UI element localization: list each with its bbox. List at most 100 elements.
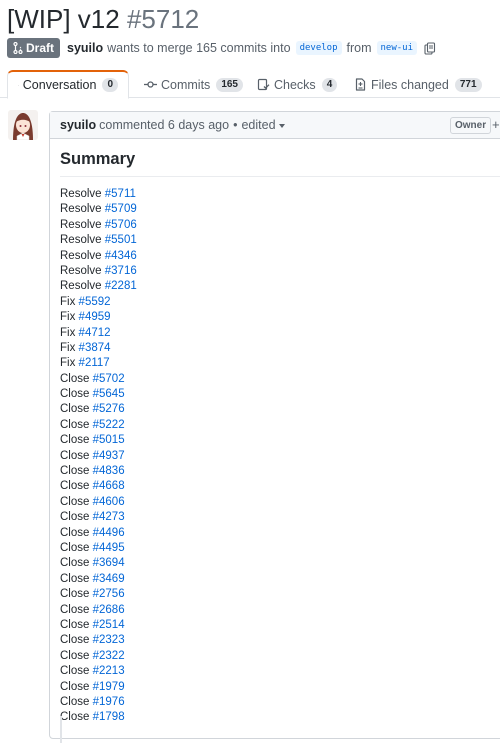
tab-files-changed-label: Files changed — [371, 77, 449, 92]
pr-tabs: Conversation 0 Commits 165 Checks 4 File… — [0, 70, 500, 99]
issue-link[interactable]: #4836 — [93, 465, 125, 477]
list-item: Close #3694 — [60, 556, 137, 571]
list-item: Close #4495 — [60, 541, 137, 556]
issue-link[interactable]: #2756 — [93, 588, 125, 600]
list-item: Fix #4712 — [60, 326, 137, 341]
issue-verb: Close — [60, 557, 90, 570]
issue-link[interactable]: #5501 — [105, 234, 137, 246]
issue-link[interactable]: #3694 — [93, 557, 125, 569]
issue-verb: Close — [60, 526, 90, 539]
list-item: Close #2323 — [60, 633, 137, 648]
edited-label: edited — [241, 118, 276, 132]
list-item: Close #5222 — [60, 418, 137, 433]
issue-verb: Close — [60, 511, 90, 524]
issue-link[interactable]: #4495 — [93, 542, 125, 554]
clipboard-copy-icon[interactable] — [424, 41, 436, 55]
issue-link[interactable]: #2213 — [93, 665, 125, 677]
issue-link[interactable]: #2323 — [93, 634, 125, 646]
tab-checks-label: Checks — [274, 77, 316, 92]
summary-heading: Summary — [60, 150, 136, 168]
issue-link[interactable]: #4959 — [79, 311, 111, 323]
list-item: Close #4606 — [60, 495, 137, 510]
list-item: Fix #4959 — [60, 310, 137, 325]
base-branch[interactable]: develop — [295, 41, 342, 55]
issue-link[interactable]: #4606 — [93, 496, 125, 508]
issue-verb: Close — [60, 418, 90, 431]
issue-link[interactable]: #2514 — [93, 619, 125, 631]
heading-divider — [60, 176, 500, 177]
comment-box: syuilo commented 6 days ago • edited Own… — [49, 111, 500, 739]
timeline-line — [60, 716, 62, 743]
comment-author-link[interactable]: syuilo — [60, 118, 96, 132]
issue-link[interactable]: #1798 — [93, 711, 125, 723]
issue-verb: Fix — [60, 357, 76, 370]
tab-checks[interactable]: Checks 4 — [247, 70, 347, 99]
list-item: Close #5015 — [60, 433, 137, 448]
issue-link[interactable]: #3716 — [105, 265, 137, 277]
from-text: from — [346, 41, 372, 55]
list-item: Close #5276 — [60, 402, 137, 417]
issue-link[interactable]: #4668 — [93, 480, 125, 492]
avatar-image — [8, 110, 38, 140]
issue-verb: Close — [60, 403, 90, 416]
edited-dropdown[interactable]: edited — [241, 118, 285, 132]
issue-verb: Close — [60, 495, 90, 508]
tab-commits[interactable]: Commits 165 — [134, 70, 253, 99]
issue-link[interactable]: #1979 — [93, 681, 125, 693]
issue-verb: Resolve — [60, 280, 102, 293]
issue-link[interactable]: #5222 — [93, 419, 125, 431]
list-item: Close #2322 — [60, 649, 137, 664]
draft-label: Draft — [26, 41, 55, 55]
issue-link[interactable]: #2686 — [93, 604, 125, 616]
issue-verb: Resolve — [60, 264, 102, 277]
list-item: Close #5645 — [60, 387, 137, 402]
issue-link[interactable]: #1976 — [93, 696, 125, 708]
issue-link[interactable]: #5592 — [79, 296, 111, 308]
pr-title: [WIP] v12 #5712 — [7, 4, 199, 34]
git-pull-request-icon — [13, 42, 23, 54]
list-item: Resolve #3716 — [60, 264, 137, 279]
issue-link[interactable]: #5645 — [93, 388, 125, 400]
issue-verb: Close — [60, 711, 90, 724]
list-item: Resolve #2281 — [60, 279, 137, 294]
issue-link[interactable]: #5276 — [93, 403, 125, 415]
issue-link[interactable]: #4937 — [93, 450, 125, 462]
issue-link[interactable]: #5015 — [93, 434, 125, 446]
issue-link[interactable]: #2322 — [93, 650, 125, 662]
issue-link[interactable]: #4346 — [105, 250, 137, 262]
issue-verb: Close — [60, 388, 90, 401]
issue-link[interactable]: #4712 — [79, 327, 111, 339]
issue-verb: Resolve — [60, 218, 102, 231]
tab-conversation[interactable]: Conversation 0 — [7, 70, 129, 99]
issue-link[interactable]: #2281 — [105, 280, 137, 292]
issue-link[interactable]: #5702 — [93, 373, 125, 385]
chevron-down-icon — [278, 123, 285, 128]
issue-link[interactable]: #2117 — [79, 357, 110, 369]
list-item: Resolve #5706 — [60, 218, 137, 233]
issue-link[interactable]: #5706 — [105, 219, 137, 231]
issue-verb: Close — [60, 480, 90, 493]
issue-link[interactable]: #3469 — [93, 573, 125, 585]
pr-author-link[interactable]: syuilo — [67, 41, 103, 55]
issue-verb: Resolve — [60, 203, 102, 216]
issue-verb: Close — [60, 603, 90, 616]
issue-list: Resolve #5711 Resolve #5709 Resolve #5706 R… — [60, 187, 137, 726]
issue-link[interactable]: #5711 — [105, 188, 136, 200]
add-reaction-button[interactable]: + — [492, 117, 500, 132]
issue-verb: Close — [60, 541, 90, 554]
avatar[interactable] — [8, 110, 38, 140]
issue-verb: Close — [60, 680, 90, 693]
list-item: Close #2686 — [60, 603, 137, 618]
head-branch[interactable]: new-ui — [376, 41, 418, 55]
owner-badge: Owner — [450, 117, 492, 134]
issue-link[interactable]: #5709 — [105, 203, 137, 215]
issue-link[interactable]: #3874 — [79, 342, 111, 354]
issue-link[interactable]: #4496 — [93, 527, 125, 539]
list-item: Resolve #5711 — [60, 187, 137, 202]
issue-verb: Resolve — [60, 234, 102, 247]
list-item: Resolve #5709 — [60, 202, 137, 217]
tab-files-changed[interactable]: Files changed 771 — [344, 70, 492, 99]
checklist-icon — [257, 78, 270, 91]
comment-timestamp[interactable]: commented 6 days ago — [99, 118, 229, 132]
issue-link[interactable]: #4273 — [93, 511, 125, 523]
